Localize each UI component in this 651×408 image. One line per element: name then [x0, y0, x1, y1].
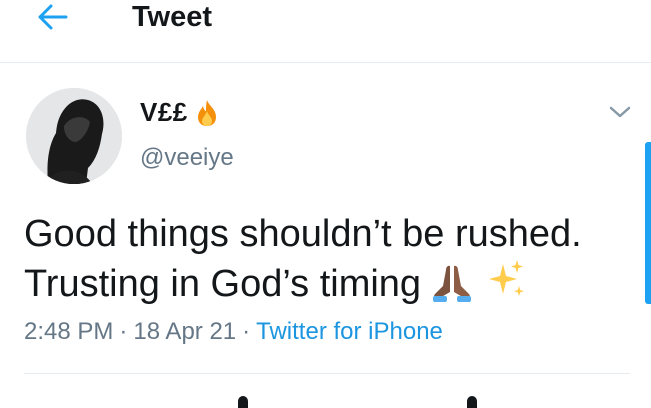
- back-button[interactable]: [30, 0, 74, 34]
- fire-emoji: [197, 99, 216, 126]
- tweet-text-line-2-container: Trusting in God’s timing: [24, 258, 634, 308]
- avatar[interactable]: [26, 88, 122, 184]
- separator-dot: ·: [242, 318, 251, 345]
- folded-hands-emoji: [433, 265, 472, 302]
- tweet-text: Good things shouldn’t be rushed. Trustin…: [24, 210, 634, 308]
- divider: [24, 373, 630, 374]
- page-title: Tweet: [132, 1, 213, 33]
- tweet-meta: 2:48 PM · 18 Apr 21 · Twitter for iPhone: [24, 318, 443, 346]
- clipped-glyph: [238, 396, 248, 408]
- separator-dot: ·: [119, 318, 128, 345]
- tweet-menu-button[interactable]: [604, 98, 636, 126]
- arrow-left-icon: [38, 4, 68, 30]
- tweet-time: 2:48 PM: [24, 318, 114, 345]
- username[interactable]: @veeiye: [140, 144, 234, 172]
- display-name[interactable]: V££: [140, 97, 218, 128]
- tweet-source-link[interactable]: Twitter for iPhone: [256, 318, 443, 345]
- tweet-date: 18 Apr 21: [133, 318, 237, 345]
- engagement-row-clipped: [0, 396, 651, 408]
- tweet-text-line-2: Trusting in God’s timing: [24, 263, 422, 305]
- scrollbar[interactable]: [645, 142, 651, 304]
- clipped-glyph: [467, 396, 477, 408]
- tweet-text-line-1: Good things shouldn’t be rushed.: [24, 213, 582, 255]
- display-name-text: V££: [140, 97, 188, 127]
- avatar-photo: [26, 88, 122, 184]
- chevron-down-icon: [609, 106, 631, 118]
- sparkles-emoji: [489, 260, 525, 296]
- top-bar: Tweet: [0, 0, 651, 63]
